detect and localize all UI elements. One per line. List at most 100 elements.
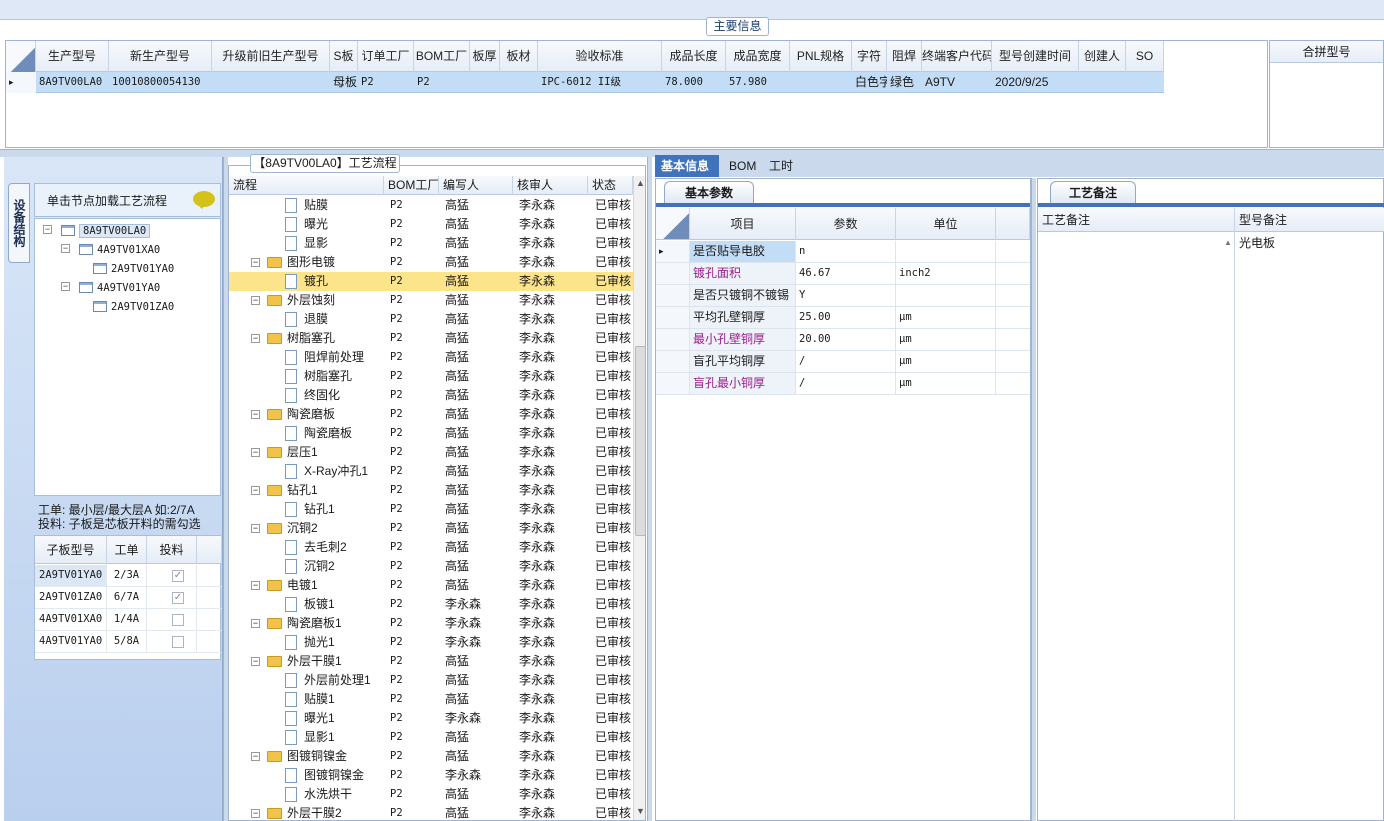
cell[interactable]: [470, 72, 500, 93]
param-value[interactable]: /: [796, 373, 896, 394]
process-row[interactable]: − 图形电镀 P2 高猛 李永森 已审核: [229, 253, 633, 272]
process-row[interactable]: 外层前处理1 P2 高猛 李永森 已审核: [229, 671, 633, 690]
process-row[interactable]: 陶瓷磨板 P2 高猛 李永森 已审核: [229, 424, 633, 443]
process-row[interactable]: 显影 P2 高猛 李永森 已审核: [229, 234, 633, 253]
param-column-header[interactable]: 单位: [896, 208, 996, 240]
column-header[interactable]: 终端客户代码: [922, 41, 992, 72]
tree-toggle[interactable]: −: [251, 486, 260, 495]
cell[interactable]: 10010800054130: [109, 72, 212, 93]
sub-grid-row[interactable]: 4A9TV01YA0 5/8A: [35, 631, 222, 653]
process-row[interactable]: − 陶瓷磨板1 P2 李永森 李永森 已审核: [229, 614, 633, 633]
tree-toggle[interactable]: −: [251, 752, 260, 761]
process-row[interactable]: − 树脂塞孔 P2 高猛 李永森 已审核: [229, 329, 633, 348]
splitter-handle-left[interactable]: [223, 157, 228, 821]
cell[interactable]: 78.000: [662, 72, 726, 93]
tree-node[interactable]: 8A9TV00LA0: [61, 222, 151, 238]
tree-toggle[interactable]: −: [61, 282, 70, 291]
column-header[interactable]: 升级前旧生产型号: [212, 41, 330, 72]
process-row[interactable]: 去毛刺2 P2 高猛 李永森 已审核: [229, 538, 633, 557]
tree-toggle[interactable]: −: [251, 448, 260, 457]
splitter-handle-mid[interactable]: [647, 157, 652, 821]
feed-checkbox[interactable]: [172, 614, 184, 626]
param-value[interactable]: 20.00: [796, 329, 896, 350]
process-row[interactable]: − 外层干膜2 P2 高猛 李永森 已审核: [229, 804, 633, 820]
cell[interactable]: P2: [358, 72, 414, 93]
column-header[interactable]: 订单工厂: [358, 41, 414, 72]
sub-grid-row[interactable]: 2A9TV01YA0 2/3A ✓: [35, 565, 222, 587]
param-column-header[interactable]: 参数: [796, 208, 896, 240]
process-row[interactable]: − 电镀1 P2 高猛 李永森 已审核: [229, 576, 633, 595]
param-value[interactable]: /: [796, 351, 896, 372]
process-row[interactable]: 抛光1 P2 李永森 李永森 已审核: [229, 633, 633, 652]
collapse-arrow-icon[interactable]: ▲: [1224, 238, 1232, 247]
process-row[interactable]: 贴膜 P2 高猛 李永森 已审核: [229, 196, 633, 215]
feed-checkbox[interactable]: ✓: [172, 570, 184, 582]
process-row[interactable]: 图镀铜镍金 P2 李永森 李永森 已审核: [229, 766, 633, 785]
tab-process-remark[interactable]: 工艺备注: [1050, 181, 1136, 203]
tree-toggle[interactable]: −: [251, 581, 260, 590]
scroll-thumb[interactable]: [635, 346, 645, 536]
process-column-header[interactable]: 状态: [588, 176, 633, 195]
model-remark-value[interactable]: 光电板: [1239, 234, 1275, 251]
column-header[interactable]: 板材: [500, 41, 538, 72]
tab-device-structure[interactable]: 设备结构: [8, 183, 30, 263]
cell[interactable]: IPC-6012 II级: [538, 72, 662, 93]
process-column-header[interactable]: 核审人: [513, 176, 588, 195]
tree-toggle[interactable]: −: [251, 296, 260, 305]
process-row[interactable]: X-Ray冲孔1 P2 高猛 李永森 已审核: [229, 462, 633, 481]
process-column-header[interactable]: 编写人: [439, 176, 513, 195]
process-row[interactable]: − 层压1 P2 高猛 李永森 已审核: [229, 443, 633, 462]
process-column-header[interactable]: 流程: [229, 176, 384, 195]
process-row[interactable]: 贴膜1 P2 高猛 李永森 已审核: [229, 690, 633, 709]
process-row[interactable]: 曝光1 P2 李永森 李永森 已审核: [229, 709, 633, 728]
cell[interactable]: [1126, 72, 1164, 93]
column-header[interactable]: 生产型号: [36, 41, 109, 72]
param-value[interactable]: n: [796, 241, 896, 262]
cell[interactable]: 2020/9/25: [992, 72, 1079, 93]
tree-node[interactable]: 4A9TV01YA0: [79, 279, 160, 295]
feed-checkbox[interactable]: [172, 636, 184, 648]
column-header[interactable]: 成品长度: [662, 41, 726, 72]
process-row[interactable]: 树脂塞孔 P2 高猛 李永森 已审核: [229, 367, 633, 386]
process-scrollbar[interactable]: ▲ ▼: [633, 176, 645, 820]
cell[interactable]: A9TV: [922, 72, 992, 93]
cell[interactable]: 8A9TV00LA0: [36, 72, 109, 93]
tree-toggle[interactable]: −: [251, 258, 260, 267]
splitter-handle-right[interactable]: [1031, 178, 1036, 821]
tree-node[interactable]: 2A9TV01YA0: [93, 260, 174, 276]
process-row[interactable]: − 外层干膜1 P2 高猛 李永森 已审核: [229, 652, 633, 671]
process-column-header[interactable]: BOM工厂: [384, 176, 439, 195]
scroll-down-arrow-icon[interactable]: ▼: [636, 806, 645, 816]
tab-basic-info[interactable]: 基本信息: [655, 155, 719, 177]
column-header[interactable]: 创建人: [1079, 41, 1126, 72]
cell[interactable]: [1079, 72, 1126, 93]
param-value[interactable]: 25.00: [796, 307, 896, 328]
process-row[interactable]: − 图镀铜镍金 P2 高猛 李永森 已审核: [229, 747, 633, 766]
process-row[interactable]: − 钻孔1 P2 高猛 李永森 已审核: [229, 481, 633, 500]
process-row[interactable]: 板镀1 P2 李永森 李永森 已审核: [229, 595, 633, 614]
column-header[interactable]: SO: [1126, 41, 1164, 72]
column-header[interactable]: BOM工厂: [414, 41, 470, 72]
cell[interactable]: 57.980: [726, 72, 790, 93]
param-row[interactable]: 镀孔面积 46.67 inch2: [656, 263, 1030, 285]
sub-grid-header[interactable]: 投料: [147, 536, 197, 564]
param-column-header[interactable]: 项目: [690, 208, 796, 240]
process-row[interactable]: 曝光 P2 高猛 李永森 已审核: [229, 215, 633, 234]
cell[interactable]: [500, 72, 538, 93]
cell[interactable]: P2: [414, 72, 470, 93]
process-row[interactable]: − 沉铜2 P2 高猛 李永森 已审核: [229, 519, 633, 538]
process-row[interactable]: 阻焊前处理 P2 高猛 李永森 已审核: [229, 348, 633, 367]
tab-work-hours[interactable]: 工时: [763, 155, 799, 177]
tab-bom[interactable]: BOM: [723, 155, 762, 177]
column-header[interactable]: 阻焊: [887, 41, 922, 72]
feed-checkbox[interactable]: ✓: [172, 592, 184, 604]
process-row[interactable]: − 陶瓷磨板 P2 高猛 李永森 已审核: [229, 405, 633, 424]
cell[interactable]: [212, 72, 330, 93]
column-header[interactable]: S板: [330, 41, 358, 72]
tree-toggle[interactable]: −: [251, 334, 260, 343]
param-row[interactable]: ▸ 是否贴导电胶 n: [656, 241, 1030, 263]
column-header[interactable]: PNL规格: [790, 41, 852, 72]
param-row[interactable]: 盲孔平均铜厚 / μm: [656, 351, 1030, 373]
tree-toggle[interactable]: −: [251, 809, 260, 818]
sub-grid-row[interactable]: 4A9TV01XA0 1/4A: [35, 609, 222, 631]
